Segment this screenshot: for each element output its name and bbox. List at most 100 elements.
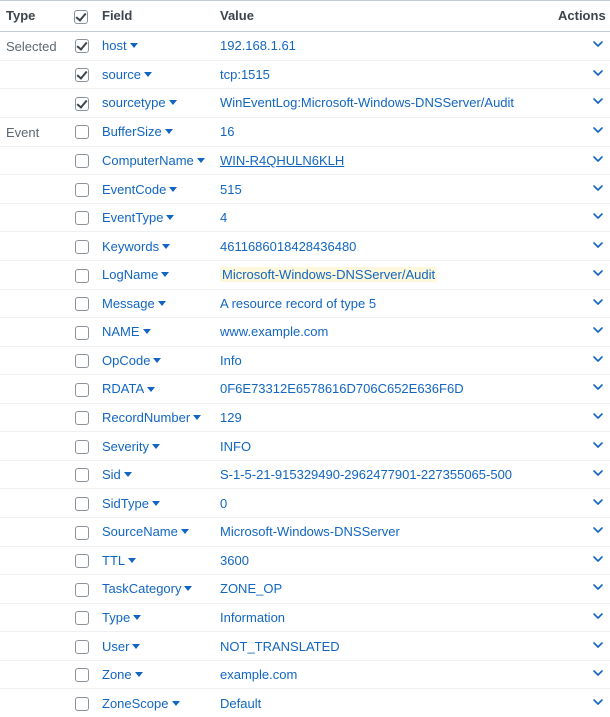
row-checkbox[interactable] (75, 440, 89, 454)
field-value[interactable]: ZONE_OP (220, 581, 282, 596)
row-checkbox[interactable] (75, 97, 89, 111)
row-checkbox[interactable] (75, 211, 89, 225)
actions-dropdown[interactable] (592, 124, 604, 136)
row-checkbox[interactable] (75, 154, 89, 168)
actions-dropdown[interactable] (592, 496, 604, 508)
field-dropdown[interactable]: EventCode (102, 182, 177, 197)
field-value[interactable]: 4611686018428436480 (220, 239, 356, 254)
field-dropdown[interactable]: Zone (102, 667, 143, 682)
field-dropdown[interactable]: Sid (102, 467, 132, 482)
row-checkbox[interactable] (75, 583, 89, 597)
actions-dropdown[interactable] (592, 67, 604, 79)
field-dropdown[interactable]: Message (102, 296, 166, 311)
row-checkbox[interactable] (75, 240, 89, 254)
actions-dropdown[interactable] (592, 610, 604, 622)
row-checkbox[interactable] (75, 497, 89, 511)
row-checkbox[interactable] (75, 554, 89, 568)
field-dropdown[interactable]: EventType (102, 210, 174, 225)
field-dropdown[interactable]: User (102, 639, 140, 654)
field-dropdown[interactable]: source (102, 67, 152, 82)
actions-dropdown[interactable] (592, 95, 604, 107)
row-checkbox[interactable] (75, 269, 89, 283)
field-value[interactable]: NOT_TRANSLATED (220, 639, 340, 654)
row-checkbox[interactable] (75, 468, 89, 482)
field-dropdown[interactable]: host (102, 38, 138, 53)
field-value[interactable]: 515 (220, 182, 242, 197)
row-checkbox[interactable] (75, 383, 89, 397)
field-value[interactable]: www.example.com (220, 324, 328, 339)
row-checkbox[interactable] (75, 39, 89, 53)
actions-dropdown[interactable] (592, 267, 604, 279)
group-label (0, 146, 68, 175)
field-dropdown[interactable]: BufferSize (102, 124, 173, 139)
actions-dropdown[interactable] (592, 239, 604, 251)
field-value[interactable]: INFO (220, 439, 251, 454)
actions-dropdown[interactable] (592, 581, 604, 593)
actions-dropdown[interactable] (592, 467, 604, 479)
row-checkbox[interactable] (75, 526, 89, 540)
field-value[interactable]: 3600 (220, 553, 249, 568)
field-value[interactable]: Default (220, 696, 261, 711)
field-dropdown[interactable]: SidType (102, 496, 160, 511)
field-dropdown[interactable]: RecordNumber (102, 410, 201, 425)
actions-dropdown[interactable] (592, 38, 604, 50)
field-dropdown[interactable]: Type (102, 610, 141, 625)
field-dropdown[interactable]: ComputerName (102, 153, 205, 168)
row-checkbox[interactable] (75, 697, 89, 711)
actions-dropdown[interactable] (592, 182, 604, 194)
field-value[interactable]: tcp:1515 (220, 67, 270, 82)
row-checkbox[interactable] (75, 125, 89, 139)
field-dropdown[interactable]: RDATA (102, 381, 155, 396)
field-dropdown[interactable]: sourcetype (102, 95, 177, 110)
actions-dropdown[interactable] (592, 667, 604, 679)
field-dropdown[interactable]: TTL (102, 553, 136, 568)
actions-dropdown[interactable] (592, 353, 604, 365)
actions-dropdown[interactable] (592, 639, 604, 651)
field-dropdown[interactable]: OpCode (102, 353, 161, 368)
field-dropdown[interactable]: ZoneScope (102, 696, 180, 711)
field-value[interactable]: S-1-5-21-915329490-2962477901-227355065-… (220, 467, 512, 482)
field-value[interactable]: WIN-R4QHULN6KLH (220, 153, 344, 168)
row-checkbox[interactable] (75, 354, 89, 368)
field-value[interactable]: 16 (220, 124, 234, 139)
field-dropdown[interactable]: Severity (102, 439, 160, 454)
actions-dropdown[interactable] (592, 696, 604, 708)
field-value[interactable]: example.com (220, 667, 297, 682)
actions-dropdown[interactable] (592, 381, 604, 393)
row-checkbox[interactable] (75, 68, 89, 82)
actions-dropdown[interactable] (592, 553, 604, 565)
actions-dropdown[interactable] (592, 439, 604, 451)
row-checkbox[interactable] (75, 668, 89, 682)
field-value[interactable]: Information (220, 610, 285, 625)
select-all-checkbox[interactable] (74, 10, 88, 24)
field-value[interactable]: A resource record of type 5 (220, 296, 376, 311)
actions-dropdown[interactable] (592, 296, 604, 308)
field-value[interactable]: 0 (220, 496, 227, 511)
table-row: EventType 4 (0, 203, 610, 232)
field-dropdown[interactable]: NAME (102, 324, 151, 339)
field-value[interactable]: 192.168.1.61 (220, 38, 296, 53)
field-dropdown[interactable]: Keywords (102, 239, 170, 254)
field-dropdown[interactable]: SourceName (102, 524, 189, 539)
field-value[interactable]: WinEventLog:Microsoft-Windows-DNSServer/… (220, 95, 514, 110)
row-checkbox[interactable] (75, 640, 89, 654)
field-value[interactable]: 0F6E73312E6578616D706C652E636F6D (220, 381, 464, 396)
row-checkbox[interactable] (75, 326, 89, 340)
actions-dropdown[interactable] (592, 324, 604, 336)
field-dropdown[interactable]: LogName (102, 267, 169, 282)
actions-dropdown[interactable] (592, 410, 604, 422)
row-checkbox[interactable] (75, 411, 89, 425)
field-dropdown[interactable]: TaskCategory (102, 581, 192, 596)
caret-down-icon (153, 358, 161, 363)
field-value[interactable]: 4 (220, 210, 227, 225)
row-checkbox[interactable] (75, 297, 89, 311)
row-checkbox[interactable] (75, 183, 89, 197)
field-value[interactable]: Info (220, 353, 242, 368)
actions-dropdown[interactable] (592, 153, 604, 165)
actions-dropdown[interactable] (592, 210, 604, 222)
field-value[interactable]: Microsoft-Windows-DNSServer (220, 524, 400, 539)
actions-dropdown[interactable] (592, 524, 604, 536)
field-value[interactable]: 129 (220, 410, 242, 425)
field-value[interactable]: Microsoft-Windows-DNSServer/Audit (220, 267, 437, 282)
row-checkbox[interactable] (75, 611, 89, 625)
